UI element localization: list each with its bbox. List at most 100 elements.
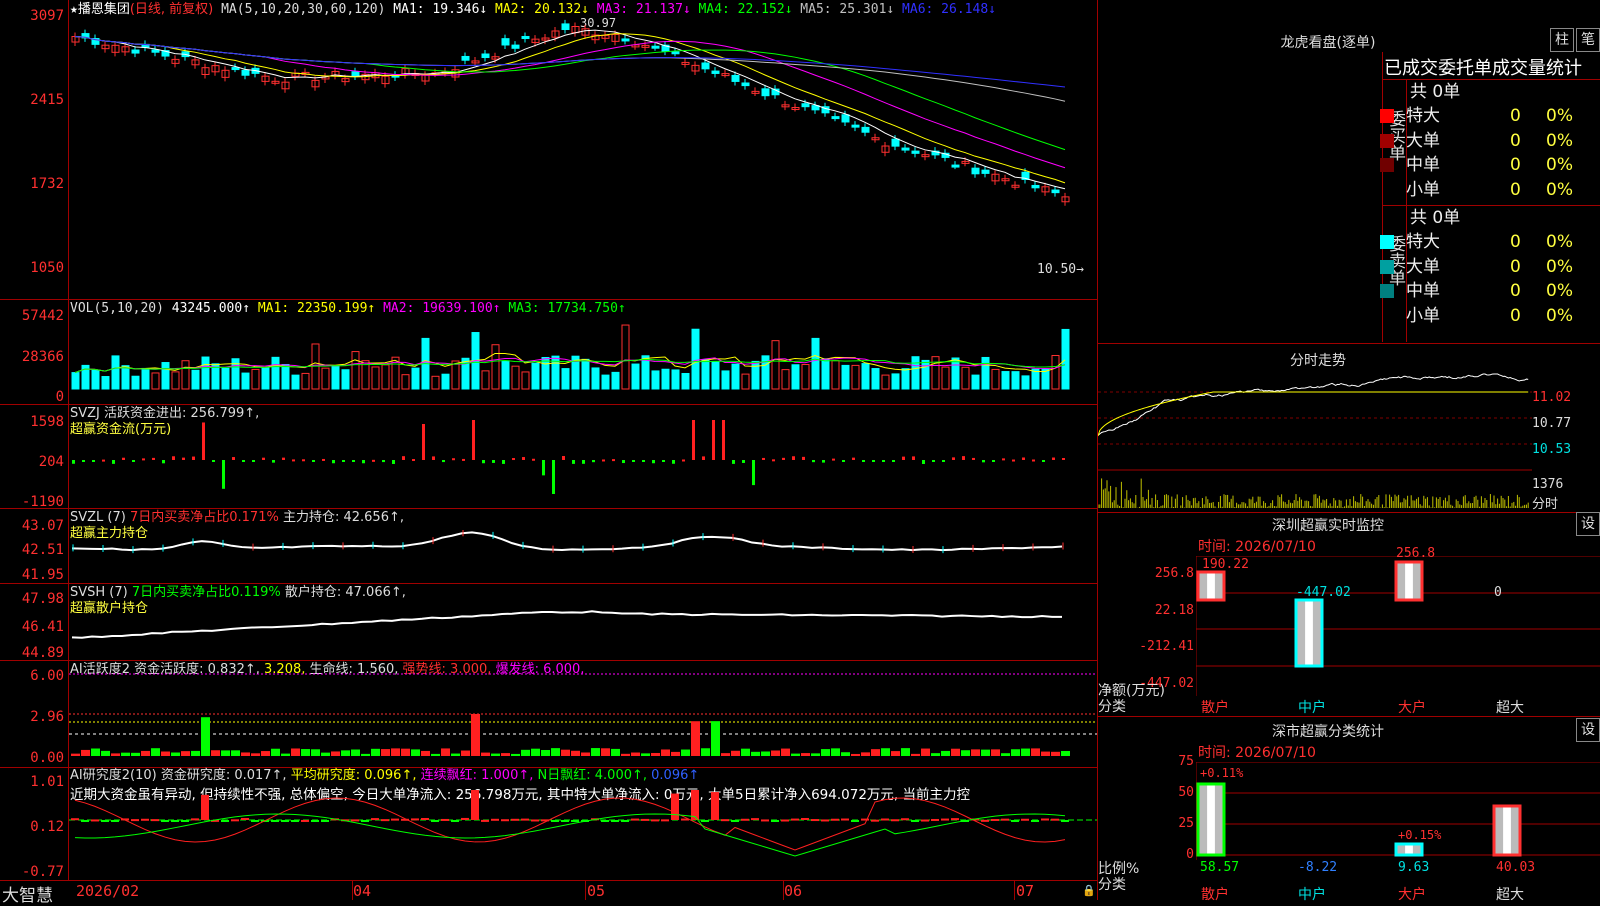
- period-label[interactable]: (日线, 前复权): [130, 2, 213, 17]
- order-size: 中单: [1406, 281, 1440, 301]
- activity-bar: [161, 751, 170, 756]
- star-icon[interactable]: ★: [70, 2, 78, 17]
- tab-volume-stats[interactable]: 成交量统计: [1492, 58, 1582, 79]
- flow-bar: [682, 459, 685, 462]
- order-percent: 0%: [1546, 305, 1573, 326]
- lock-icon[interactable]: 🔒: [1082, 884, 1096, 897]
- main-holding-chart[interactable]: [69, 530, 1097, 582]
- activity-bar: [741, 748, 750, 756]
- volume-chart[interactable]: [69, 315, 1097, 403]
- activity-bar: [1031, 748, 1040, 756]
- activity-bar: [961, 750, 970, 756]
- monitor-bar-label: 256.8: [1396, 546, 1436, 561]
- volume-bar: [511, 365, 520, 390]
- activity-bar: [651, 752, 660, 756]
- candle: [761, 88, 770, 97]
- activity-bar: [401, 748, 410, 756]
- tab-filled[interactable]: 已成交: [1384, 58, 1438, 79]
- kline-chart[interactable]: [69, 18, 1097, 298]
- vol-ma2: MA2: 19639.100↑: [383, 301, 501, 316]
- volume-bar: [141, 367, 150, 390]
- activity-bar: [511, 753, 520, 756]
- flow-bar: [982, 460, 985, 463]
- stats-category: 超大: [1496, 887, 1524, 903]
- research-bar: [881, 818, 889, 821]
- research-bar: [1001, 818, 1009, 821]
- research-bar: [871, 819, 879, 822]
- research-bar: [981, 819, 989, 822]
- activity-bar: [121, 752, 130, 756]
- volume-bar: [1011, 371, 1020, 390]
- tick-mode-button[interactable]: 笔: [1576, 28, 1600, 52]
- fund-flow-chart[interactable]: [69, 420, 1097, 507]
- candle: [971, 167, 980, 175]
- volume-bar: [431, 375, 440, 390]
- volume-bar: [781, 369, 790, 390]
- activity-bar: [361, 753, 370, 756]
- research-bar: [751, 818, 759, 821]
- research-bar: [1051, 818, 1059, 821]
- candle: [651, 45, 660, 49]
- volume-bar: [501, 360, 510, 390]
- activity-chart[interactable]: [69, 672, 1097, 766]
- order-count: 0: [1510, 106, 1521, 126]
- stock-name[interactable]: 播恩集团: [78, 2, 130, 17]
- activity-bar: [721, 753, 730, 756]
- candle: [951, 164, 960, 168]
- activity-bar: [271, 748, 280, 756]
- volume-bar: [411, 367, 420, 390]
- research-bar: [231, 819, 239, 822]
- intraday-chart[interactable]: [1098, 372, 1532, 510]
- activity-bar: [531, 748, 540, 756]
- intraday-vol-tick: 1376: [1532, 477, 1564, 492]
- flow-bar: [142, 458, 145, 461]
- research-bar: [271, 820, 279, 822]
- flow-bar: [942, 460, 945, 462]
- order-size: 特大: [1406, 106, 1440, 126]
- research-bar: [141, 818, 149, 821]
- stats-y-tick: 75: [1178, 754, 1194, 769]
- chart-area[interactable]: ★播恩集团(日线, 前复权) MA(5,10,20,30,60,120) MA1…: [0, 0, 1098, 906]
- retail-holding-chart[interactable]: [69, 598, 1097, 659]
- monitor-y-tick: -212.41: [1139, 639, 1194, 654]
- stats-axis-label2: 分类: [1098, 877, 1126, 893]
- flow-bar: [612, 459, 615, 462]
- order-row: 大单 0 0%: [1380, 255, 1598, 279]
- date-tick: 07: [1016, 882, 1035, 900]
- candle: [911, 150, 920, 154]
- monitor-time: 时间: 2026/07/10: [1198, 539, 1316, 555]
- volume-bar: [941, 366, 950, 390]
- stats-settings-button[interactable]: 设: [1576, 718, 1600, 742]
- research-chart[interactable]: [69, 790, 1097, 879]
- research-bar: [921, 819, 929, 822]
- stats-category: 大户: [1398, 887, 1426, 903]
- activity-bar: [1051, 751, 1060, 756]
- tab-orders[interactable]: 委托单: [1438, 58, 1492, 79]
- research-bar: [221, 820, 229, 822]
- bar-mode-button[interactable]: 柱: [1550, 28, 1574, 52]
- activity-bar: [951, 748, 960, 756]
- activity-bar: [911, 753, 920, 756]
- order-percent: 0%: [1546, 256, 1573, 277]
- research-bar: [811, 819, 819, 822]
- flow-bar: [1032, 459, 1035, 462]
- candle: [711, 70, 720, 74]
- flow-bar: [82, 460, 85, 462]
- research-bar: [241, 817, 249, 820]
- svzl-title: SVZL (7): [70, 510, 126, 525]
- order-size: 中单: [1406, 155, 1440, 175]
- flow-bar: [542, 460, 545, 476]
- flow-bar: [772, 459, 775, 462]
- research-bar: [361, 820, 369, 822]
- monitor-bar-chart[interactable]: 190.22 -447.02 0: [1196, 556, 1600, 696]
- research-bar: [841, 818, 849, 821]
- intraday-price-tick: 10.77: [1532, 416, 1572, 431]
- flow-bar: [312, 460, 315, 462]
- monitor-settings-button[interactable]: 设: [1576, 512, 1600, 536]
- volume-bar: [871, 368, 880, 390]
- research-bar: [891, 819, 899, 822]
- stats-bar-chart[interactable]: [1196, 762, 1600, 860]
- volume-bar: [601, 374, 610, 390]
- activity-bar: [981, 749, 990, 756]
- research-bar: [511, 818, 519, 821]
